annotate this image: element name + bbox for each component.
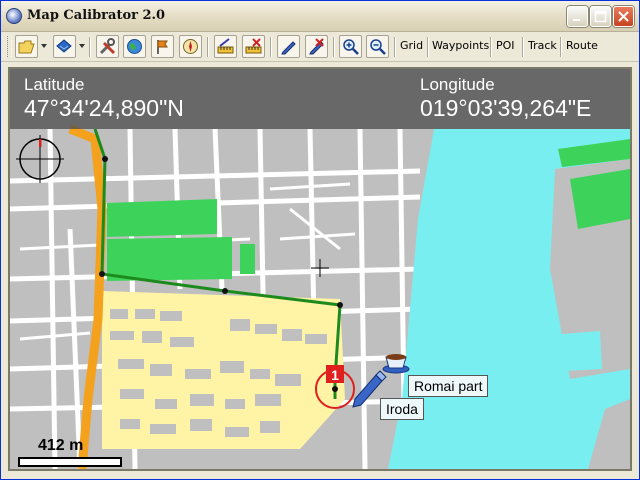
tools-button[interactable] (96, 35, 119, 58)
close-icon (618, 11, 629, 22)
toolbar-grip[interactable] (7, 36, 12, 57)
grid-button[interactable]: Grid (400, 39, 423, 52)
minimize-button[interactable] (567, 6, 588, 27)
close-button[interactable] (613, 6, 634, 27)
tools-icon (99, 38, 116, 55)
pen-icon (281, 41, 296, 55)
ruler-button[interactable] (214, 35, 237, 58)
map-view[interactable]: 1 Latitude 47°34'24,890"N Longitude 019°… (8, 67, 632, 471)
park (240, 244, 255, 274)
pen-delete-icon (309, 38, 324, 55)
poi-label-office[interactable]: Iroda (380, 398, 424, 420)
longitude-label: Longitude (420, 75, 495, 94)
maximize-icon (594, 10, 607, 23)
toolbar-separator (207, 37, 209, 57)
title-bar[interactable]: Map Calibrator 2.0 (1, 1, 639, 32)
route-button[interactable]: Route (566, 39, 598, 52)
zoom-in-button[interactable] (339, 35, 362, 58)
poi-label-cafe[interactable]: Romai part (408, 375, 489, 397)
app-window: Map Calibrator 2.0 Grid Waypoints POI Tr… (0, 0, 640, 480)
park (107, 237, 232, 281)
toolbar-separator (560, 37, 562, 57)
app-compass-icon[interactable] (6, 8, 22, 24)
park (570, 169, 630, 229)
toolbar-separator (394, 37, 396, 57)
longitude-value: 019°03'39,264"E (420, 95, 592, 121)
open-folder-icon (18, 40, 35, 54)
toolbar-separator (490, 37, 492, 57)
compass-icon (183, 39, 198, 54)
window-title: Map Calibrator 2.0 (27, 8, 166, 23)
map-canvas[interactable]: 1 (10, 69, 630, 469)
compass-button[interactable] (179, 35, 202, 58)
globe-icon (127, 39, 142, 54)
zoom-in-icon (343, 39, 359, 55)
layers-icon (56, 39, 72, 53)
waypoint-number: 1 (331, 367, 339, 383)
ruler-delete-button[interactable] (242, 35, 265, 58)
layers-dropdown-arrow[interactable] (79, 44, 85, 48)
maximize-button[interactable] (590, 6, 611, 27)
scale-label: 412 m (38, 437, 84, 454)
pen-button[interactable] (277, 35, 300, 58)
main-toolbar: Grid Waypoints POI Track Route (1, 32, 639, 62)
park (107, 199, 217, 237)
open-button[interactable] (15, 35, 38, 58)
toolbar-separator (333, 37, 335, 57)
minimize-icon (573, 19, 580, 21)
scale-bar (18, 457, 122, 467)
toolbar-separator (270, 37, 272, 57)
toolbar-separator (89, 37, 91, 57)
ruler-delete-icon (245, 38, 262, 54)
latitude-value: 47°34'24,890"N (24, 95, 184, 121)
open-dropdown-arrow[interactable] (41, 44, 47, 48)
ruler-icon (217, 38, 234, 54)
zoom-out-icon (370, 39, 386, 55)
waypoints-button[interactable]: Waypoints (432, 39, 489, 52)
track-button[interactable]: Track (528, 39, 557, 52)
toolbar-separator (427, 37, 429, 57)
layers-button[interactable] (53, 35, 76, 58)
flag-button[interactable] (151, 35, 174, 58)
globe-button[interactable] (123, 35, 146, 58)
toolbar-separator (522, 37, 524, 57)
coordinate-overlay: Latitude 47°34'24,890"N Longitude 019°03… (10, 69, 630, 129)
latitude-label: Latitude (24, 75, 85, 94)
poi-button[interactable]: POI (496, 39, 515, 52)
zoom-out-button[interactable] (366, 35, 389, 58)
pond (562, 331, 602, 371)
pen-delete-button[interactable] (305, 35, 328, 58)
flag-icon (157, 40, 168, 54)
